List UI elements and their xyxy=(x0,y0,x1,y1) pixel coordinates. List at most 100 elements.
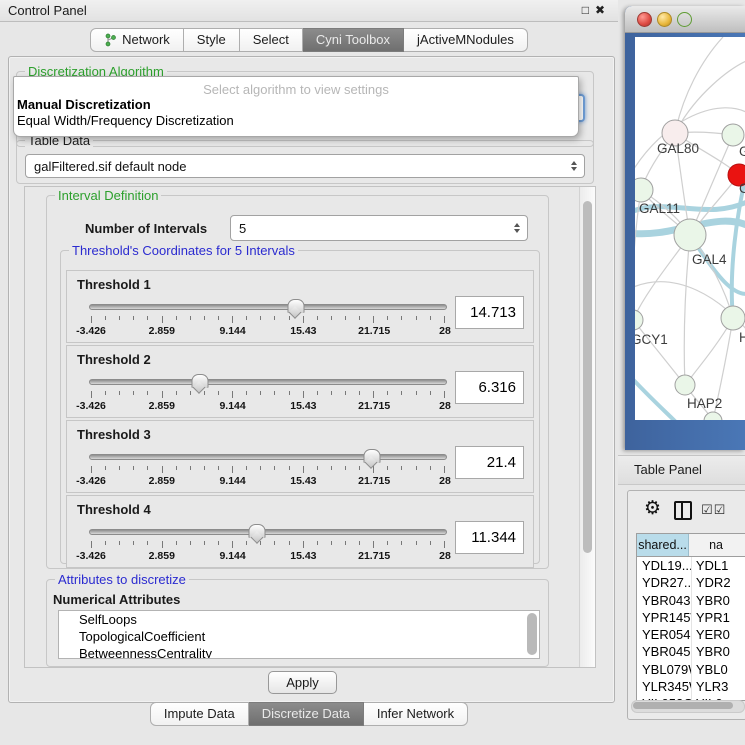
table-horizontal-scrollbar[interactable] xyxy=(631,700,745,713)
tab-label: Select xyxy=(253,29,289,51)
network-node xyxy=(635,310,643,330)
slider-thumb[interactable] xyxy=(191,374,208,388)
dropdown-option-manual[interactable]: Manual Discretization xyxy=(14,97,578,113)
list-item[interactable]: TopologicalCoefficient xyxy=(59,628,539,645)
table-row[interactable]: YER054CYER0 xyxy=(637,626,745,643)
node-label: G xyxy=(739,144,745,159)
tab-label: Impute Data xyxy=(164,703,235,725)
column-header-name[interactable]: na xyxy=(689,534,745,556)
list-item[interactable]: BetweennessCentrality xyxy=(59,645,539,659)
checkbox-icons[interactable]: ☑☑ xyxy=(701,502,726,518)
tick-label: -3.426 xyxy=(76,325,106,337)
table-cell[interactable]: YDR27... xyxy=(637,574,692,591)
tick-label: 2.859 xyxy=(149,325,175,337)
table-row[interactable]: YBR043CYBR0 xyxy=(637,592,745,609)
table-cell[interactable]: YBL079W xyxy=(637,661,692,678)
table-panel: ⚙ ☑☑ shared... na YDL19...YDL1YDR27...YD… xyxy=(627,490,745,720)
settings-scrollbar[interactable] xyxy=(579,187,595,667)
tick-label: 21.715 xyxy=(358,400,390,412)
tab-select[interactable]: Select xyxy=(240,28,303,52)
threshold-1-slider[interactable]: -3.4262.8599.14415.4321.71528 xyxy=(89,299,447,341)
scrollbar-thumb[interactable] xyxy=(633,702,733,709)
tab-label: Discretize Data xyxy=(262,703,350,725)
column-layout-icon[interactable] xyxy=(674,501,692,520)
table-cell[interactable]: YLR345W xyxy=(637,678,692,695)
threshold-3-slider[interactable]: -3.4262.8599.14415.4321.71528 xyxy=(89,449,447,491)
list-scrollbar[interactable] xyxy=(527,613,537,655)
table-cell[interactable]: YBR043C xyxy=(637,592,692,609)
dropdown-option-equal-width[interactable]: Equal Width/Frequency Discretization xyxy=(14,113,578,129)
network-canvas[interactable]: GAL80 G C GAL11 GAL4 GCY1 H HAP2 xyxy=(635,37,745,420)
threshold-3-value-field[interactable]: 21.4 xyxy=(455,446,524,479)
slider-thumb[interactable] xyxy=(363,449,380,463)
close-traffic-light-icon[interactable] xyxy=(637,12,652,27)
threshold-2-slider[interactable]: -3.4262.8599.14415.4321.71528 xyxy=(89,374,447,416)
table-cell[interactable]: YDR2 xyxy=(692,574,745,591)
table-row[interactable]: YLR345WYLR3 xyxy=(637,678,745,695)
scrollbar-thumb[interactable] xyxy=(583,201,592,553)
table-cell[interactable]: YBR045C xyxy=(637,643,692,660)
table-body: YDL19...YDL1YDR27...YDR2YBR043CYBR0YPR14… xyxy=(637,557,745,701)
numerical-attributes-list[interactable]: SelfLoops TopologicalCoefficient Between… xyxy=(58,610,540,659)
threshold-4-slider[interactable]: -3.4262.8599.14415.4321.71528 xyxy=(89,524,447,566)
table-cell[interactable]: YER0 xyxy=(692,626,745,643)
node-attribute-table[interactable]: shared... na YDL19...YDL1YDR27...YDR2YBR… xyxy=(636,533,745,701)
table-cell[interactable]: YDL1 xyxy=(692,557,745,574)
threshold-1-value-field[interactable]: 14.713 xyxy=(455,296,524,329)
table-data-combobox[interactable]: galFiltered.sif default node xyxy=(25,154,585,178)
slider-ticks xyxy=(91,541,445,549)
tab-jactivemnodules[interactable]: jActiveMNodules xyxy=(404,28,528,52)
tick-label: 15.43 xyxy=(290,325,316,337)
table-cell[interactable]: YBR0 xyxy=(692,643,745,660)
table-row[interactable]: YBL079WYBL0 xyxy=(637,661,745,678)
table-cell[interactable]: YPR145W xyxy=(637,609,692,626)
table-row[interactable]: YDL19...YDL1 xyxy=(637,557,745,574)
threshold-2-panel: Threshold 2 -3.4262.8599.14415.4321.7152… xyxy=(66,345,534,418)
tab-style[interactable]: Style xyxy=(184,28,240,52)
tab-discretize-data[interactable]: Discretize Data xyxy=(249,702,364,726)
table-toolbar: ⚙ ☑☑ xyxy=(628,491,745,529)
network-view-window[interactable]: GAL80 G C GAL11 GAL4 GCY1 H HAP2 xyxy=(625,6,745,450)
float-window-icon[interactable]: □ xyxy=(582,3,589,17)
network-node xyxy=(721,306,745,330)
top-tab-bar: Network Style Select Cyni Toolbox jActiv… xyxy=(0,28,618,52)
table-row[interactable]: YPR145WYPR1 xyxy=(637,609,745,626)
apply-button[interactable]: Apply xyxy=(268,671,337,694)
slider-thumb[interactable] xyxy=(249,524,266,538)
table-cell[interactable]: YLR3 xyxy=(692,678,745,695)
slider-tick-labels: -3.4262.8599.14415.4321.71528 xyxy=(91,325,445,338)
table-cell[interactable]: YPR1 xyxy=(692,609,745,626)
zoom-traffic-light-icon[interactable] xyxy=(677,12,692,27)
tab-cyni-toolbox[interactable]: Cyni Toolbox xyxy=(303,28,404,52)
tab-infer-network[interactable]: Infer Network xyxy=(364,702,468,726)
slider-thumb[interactable] xyxy=(287,299,304,313)
number-of-intervals-combobox[interactable]: 5 xyxy=(230,215,528,241)
dropdown-hint: Select algorithm to view settings xyxy=(14,77,578,97)
threshold-4-value-field[interactable]: 11.344 xyxy=(455,521,524,554)
threshold-2-value-field[interactable]: 6.316 xyxy=(455,371,524,404)
table-cell[interactable]: YDL19... xyxy=(637,557,692,574)
slider-track[interactable] xyxy=(89,304,447,310)
threshold-3-panel: Threshold 3 -3.4262.8599.14415.4321.7152… xyxy=(66,420,534,493)
gear-icon[interactable]: ⚙ xyxy=(644,497,661,520)
close-panel-icon[interactable]: ✖ xyxy=(595,3,605,17)
table-cell[interactable]: YER054C xyxy=(637,626,692,643)
column-header-shared-name[interactable]: shared... xyxy=(637,534,689,556)
table-cell[interactable]: YBR0 xyxy=(692,592,745,609)
slider-track[interactable] xyxy=(89,454,447,460)
tick-label: 9.144 xyxy=(219,400,245,412)
tab-network[interactable]: Network xyxy=(90,28,184,52)
slider-ticks xyxy=(91,316,445,324)
slider-track[interactable] xyxy=(89,529,447,535)
slider-track[interactable] xyxy=(89,379,447,385)
table-cell[interactable]: YBL0 xyxy=(692,661,745,678)
network-window-titlebar[interactable] xyxy=(625,6,745,33)
application-window: Control Panel □ ✖ Network Style Select C… xyxy=(0,0,745,745)
tick-label: 28 xyxy=(439,550,451,562)
tab-impute-data[interactable]: Impute Data xyxy=(150,702,249,726)
minimize-traffic-light-icon[interactable] xyxy=(657,12,672,27)
table-row[interactable]: YBR045CYBR0 xyxy=(637,643,745,660)
table-row[interactable]: YDR27...YDR2 xyxy=(637,574,745,591)
list-item[interactable]: SelfLoops xyxy=(59,611,539,628)
network-node xyxy=(722,124,744,146)
